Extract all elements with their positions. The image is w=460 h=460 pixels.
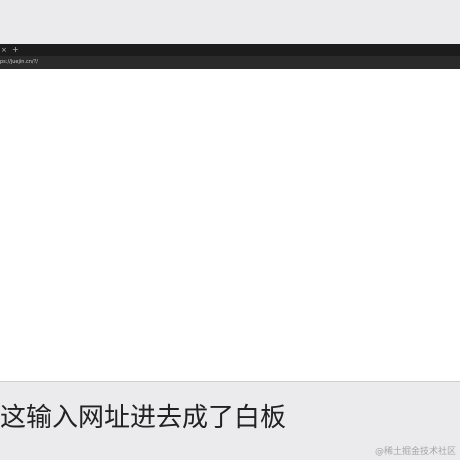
browser-window: × + ps://juejin.cn/?/ xyxy=(0,44,460,382)
new-tab-icon[interactable]: + xyxy=(12,45,19,55)
divider xyxy=(0,381,460,382)
close-tab-icon[interactable]: × xyxy=(1,45,7,55)
address-bar[interactable]: ps://juejin.cn/?/ xyxy=(0,56,460,69)
tab-strip: × + xyxy=(0,44,460,56)
caption-text: 这输入网址进去成了白板 xyxy=(0,403,287,433)
blank-page xyxy=(0,69,460,382)
address-url[interactable]: ps://juejin.cn/?/ xyxy=(0,57,38,68)
screenshot-card: × + ps://juejin.cn/?/ 这输入网址进去成了白板 @稀土掘金技… xyxy=(0,0,460,460)
watermark: @稀土掘金技术社区 xyxy=(374,447,456,457)
